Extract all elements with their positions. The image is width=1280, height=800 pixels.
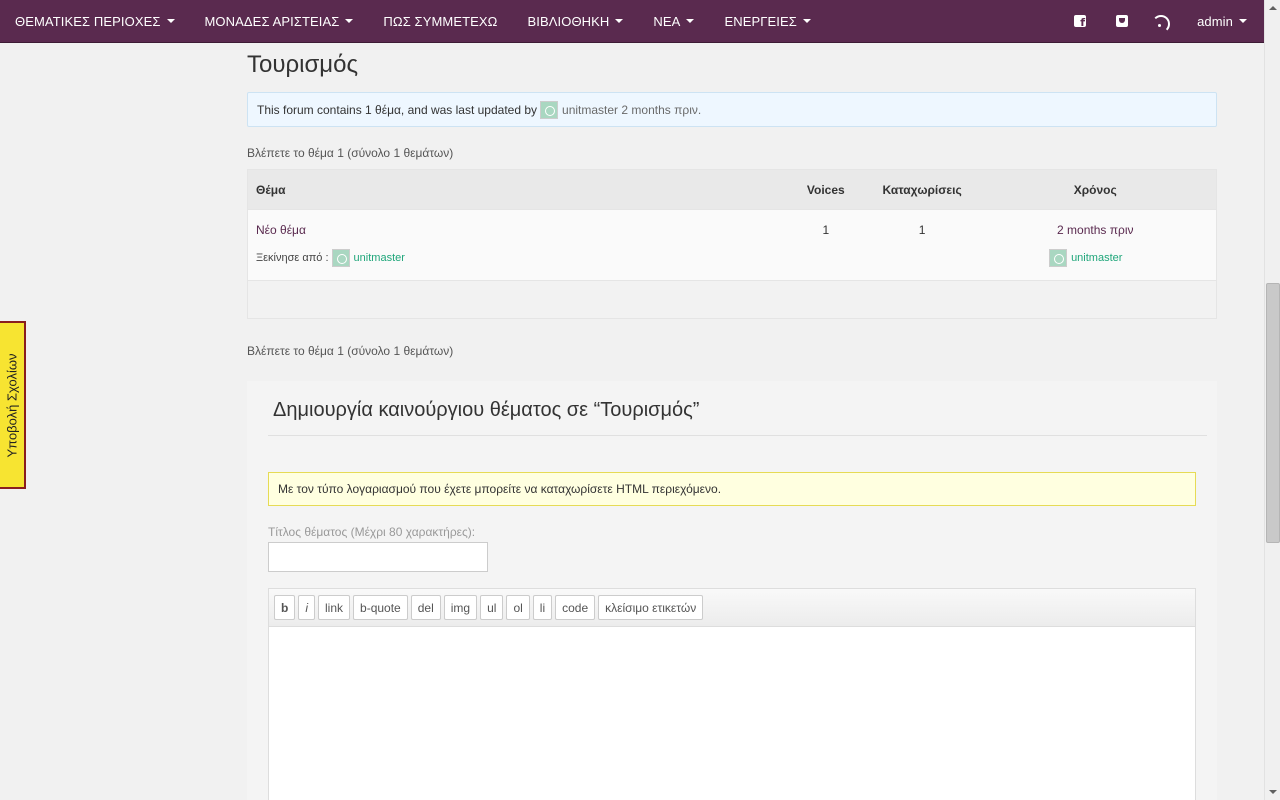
last-updated-user-link[interactable]: unitmaster — [562, 103, 618, 117]
header-voices: Voices — [806, 182, 845, 197]
editor-toolbar: b i link b-quote del img ul ol li code κ… — [269, 589, 1195, 627]
close-tags-button[interactable]: κλείσιμο ετικετών — [598, 595, 704, 620]
page-title: Τουρισμός — [247, 51, 359, 78]
info-text: This forum contains 1 θέμα, and was last… — [257, 102, 538, 117]
facebook-icon — [1074, 15, 1087, 29]
topic-cell: Νέο θέμα Ξεκίνησε από : unitmaster — [248, 210, 782, 280]
nav-item-how-to-participate[interactable]: ΠΩΣ ΣΥΜΜΕΤΕΧΩ — [368, 0, 512, 42]
table-header: Θέμα Voices Καταχωρίσεις Χρόνος — [248, 170, 1216, 209]
last-author-link[interactable]: unitmaster — [1071, 252, 1122, 264]
nav-item-label: ΜΟΝΑΔΕΣ ΑΡΙΣΤΕΙΑΣ — [204, 13, 340, 29]
rss-icon — [1152, 15, 1171, 33]
nav-right: admin — [1059, 0, 1264, 42]
scroll-thumb[interactable] — [1266, 283, 1280, 543]
twitter-icon — [1116, 15, 1129, 27]
nav-item-thematic-areas[interactable]: ΘΕΜΑΤΙΚΕΣ ΠΕΡΙΟΧΕΣ — [0, 0, 190, 42]
caret-down-icon — [1239, 19, 1247, 23]
nav-item-label: ΘΕΜΑΤΙΚΕΣ ΠΕΡΙΟΧΕΣ — [15, 13, 161, 29]
forum-content: Τουρισμός This forum contains 1 θέμα, an… — [247, 43, 1217, 800]
admin-menu[interactable]: admin — [1185, 0, 1264, 42]
caret-down-icon — [166, 19, 175, 23]
feedback-tab[interactable]: Υποβολή Σχολίων — [0, 321, 26, 489]
caret-down-icon — [802, 19, 811, 23]
voices-count: 1 — [822, 223, 830, 237]
admin-label: admin — [1197, 13, 1233, 29]
caret-down-icon — [615, 19, 624, 23]
new-topic-heading: Δημιουργία καινούργιου θέματος σε “Τουρι… — [268, 381, 1207, 436]
nav-item-label: ΝΕΑ — [653, 13, 681, 29]
img-button[interactable]: img — [443, 595, 478, 620]
page-scrollbar[interactable] — [1264, 0, 1280, 800]
avatar[interactable] — [540, 100, 559, 119]
posts-count: 1 — [918, 223, 926, 237]
avatar[interactable] — [331, 249, 350, 267]
last-author: unitmaster — [975, 249, 1217, 267]
bold-button[interactable]: b — [274, 595, 296, 620]
forum-info-box: This forum contains 1 θέμα, and was last… — [247, 92, 1217, 127]
freshness-link[interactable]: 2 months πριν — [1057, 223, 1133, 237]
code-button[interactable]: code — [555, 595, 596, 620]
nav-item-label: ΒΙΒΛΙΟΘΗΚΗ — [527, 13, 610, 29]
post-content-textarea[interactable] — [269, 627, 1195, 800]
topic-title-label: Τίτλος θέματος (Μέχρι 80 χαρακτήρες): — [268, 525, 476, 539]
li-button[interactable]: li — [532, 595, 553, 620]
feedback-tab-label: Υποβολή Σχολίων — [4, 352, 20, 458]
caret-down-icon — [686, 19, 695, 23]
started-by-label: Ξεκίνησε από : — [256, 252, 329, 264]
rss-link[interactable] — [1143, 0, 1185, 42]
scroll-down-arrow-icon[interactable] — [1265, 784, 1280, 800]
ul-button[interactable]: ul — [480, 595, 504, 620]
facebook-link[interactable] — [1059, 0, 1101, 42]
header-topic: Θέμα — [256, 182, 286, 197]
html-notice: Με τον τύπο λογαριασμού που έχετε μπορεί… — [268, 472, 1196, 506]
author-link[interactable]: unitmaster — [354, 252, 405, 264]
header-freshness: Χρόνος — [1073, 182, 1117, 197]
nav-item-label: ΕΝΕΡΓΕΙΕΣ — [724, 13, 797, 29]
avatar[interactable] — [1049, 249, 1068, 267]
pagination-count: Βλέπετε το θέμα 1 (σύνολο 1 θεμάτων) — [247, 146, 454, 160]
last-updated-time-link[interactable]: 2 months πριν. — [621, 103, 701, 117]
pagination-count-bottom: Βλέπετε το θέμα 1 (σύνολο 1 θεμάτων) — [247, 344, 454, 358]
started-by: Ξεκίνησε από : unitmaster — [256, 249, 782, 267]
nav-item-label: ΠΩΣ ΣΥΜΜΕΤΕΧΩ — [383, 13, 498, 29]
twitter-link[interactable] — [1101, 0, 1143, 42]
nav-item-excellence-units[interactable]: ΜΟΝΑΔΕΣ ΑΡΙΣΤΕΙΑΣ — [190, 0, 369, 42]
nav-item-actions[interactable]: ΕΝΕΡΓΕΙΕΣ — [709, 0, 825, 42]
blockquote-button[interactable]: b-quote — [353, 595, 408, 620]
topic-link[interactable]: Νέο θέμα — [256, 223, 306, 237]
ol-button[interactable]: ol — [506, 595, 530, 620]
scroll-up-arrow-icon[interactable] — [1265, 0, 1280, 16]
freshness-cell: 2 months πριν unitmaster — [975, 210, 1217, 280]
topic-title-input[interactable] — [268, 542, 488, 572]
new-topic-form: Δημιουργία καινούργιου θέματος σε “Τουρι… — [247, 381, 1217, 800]
header-posts: Καταχωρίσεις — [882, 182, 962, 197]
nav-item-library[interactable]: ΒΙΒΛΙΟΘΗΚΗ — [513, 0, 639, 42]
top-navbar: ΘΕΜΑΤΙΚΕΣ ΠΕΡΙΟΧΕΣ ΜΟΝΑΔΕΣ ΑΡΙΣΤΕΙΑΣ ΠΩΣ… — [0, 0, 1264, 43]
italic-button[interactable]: i — [298, 595, 316, 620]
topics-table: Θέμα Voices Καταχωρίσεις Χρόνος Νέο θέμα… — [247, 169, 1217, 319]
caret-down-icon — [345, 19, 354, 23]
link-button[interactable]: link — [318, 595, 351, 620]
del-button[interactable]: del — [410, 595, 441, 620]
main-menu: ΘΕΜΑΤΙΚΕΣ ΠΕΡΙΟΧΕΣ ΜΟΝΑΔΕΣ ΑΡΙΣΤΕΙΑΣ ΠΩΣ… — [0, 0, 826, 42]
table-row: Νέο θέμα Ξεκίνησε από : unitmaster 1 1 2… — [248, 209, 1216, 280]
nav-item-news[interactable]: ΝΕΑ — [638, 0, 709, 42]
table-footer — [248, 280, 1216, 318]
post-editor: b i link b-quote del img ul ol li code κ… — [268, 588, 1196, 800]
